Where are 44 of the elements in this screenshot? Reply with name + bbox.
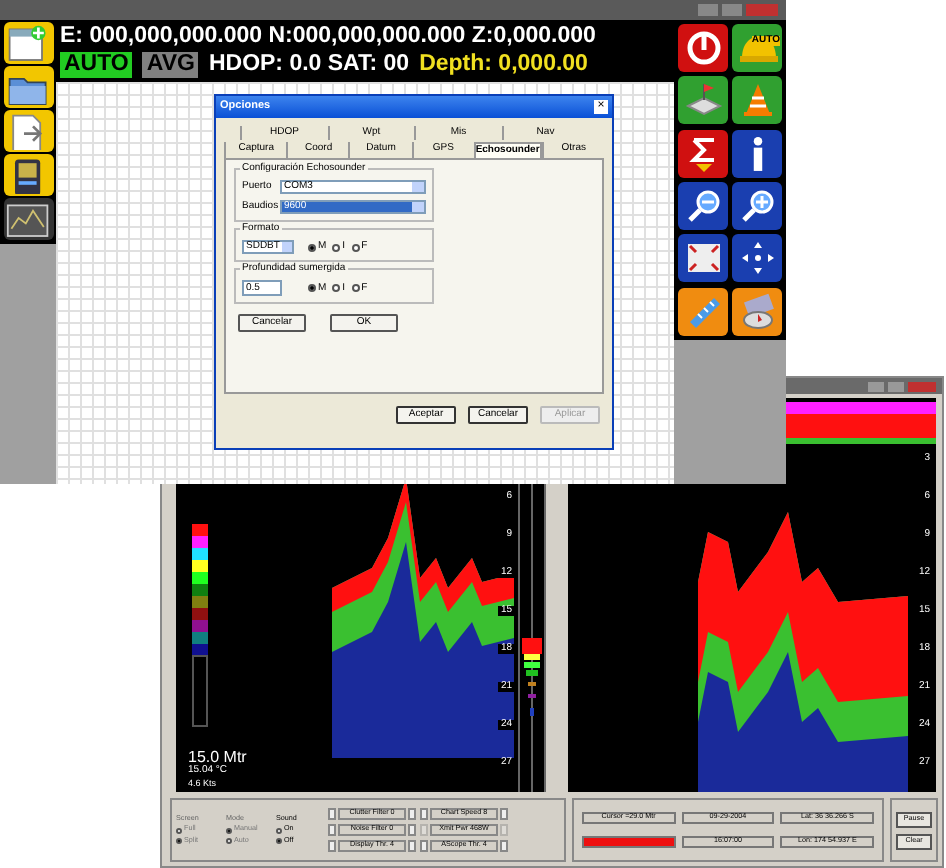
zoom-in-icon <box>737 185 777 226</box>
radio-button[interactable] <box>332 284 341 292</box>
info-icon <box>749 135 765 172</box>
gps-status: HDOP: 0.0 SAT: 00 <box>208 52 410 78</box>
tool-button[interactable] <box>732 234 782 283</box>
tool-button[interactable] <box>3 22 53 64</box>
depth-readout: Depth: 0,000.00 <box>419 52 588 78</box>
radio-button[interactable] <box>351 243 360 251</box>
mode-badge[interactable]: AUTO <box>60 52 133 78</box>
power-icon <box>683 28 723 68</box>
stepper-button[interactable] <box>328 840 336 852</box>
radio-button[interactable] <box>308 284 316 292</box>
tool-button[interactable] <box>678 129 728 178</box>
radio-button[interactable] <box>276 827 282 833</box>
map-flag-icon <box>683 80 723 121</box>
tool-button[interactable] <box>3 154 53 196</box>
radio-button[interactable] <box>276 838 282 845</box>
tool-button[interactable] <box>732 287 782 336</box>
compass-icon <box>737 291 777 332</box>
zoom-out-icon <box>683 185 723 226</box>
tool-button[interactable] <box>732 76 782 125</box>
stepper-button[interactable] <box>328 808 336 820</box>
stepper-button[interactable] <box>420 840 428 852</box>
tool-button[interactable] <box>732 181 782 230</box>
tool-button[interactable] <box>678 76 728 125</box>
tool-button[interactable] <box>678 234 728 283</box>
tool-button[interactable] <box>678 181 728 230</box>
monitor-chart-icon <box>6 200 50 238</box>
tool-button[interactable] <box>3 198 53 240</box>
radio-button[interactable] <box>351 284 360 292</box>
tool-button[interactable] <box>732 129 782 178</box>
window-plus-icon <box>6 24 50 62</box>
coordinates-readout: E: 000,000,000.000 N:000,000,000.000 Z:0,000.000 <box>60 24 598 50</box>
depth-readout: 15.0 Mtr <box>188 750 247 766</box>
tool-button[interactable] <box>3 66 53 108</box>
move-arrows-icon <box>737 238 777 279</box>
radio-button[interactable] <box>308 243 316 251</box>
radio-button[interactable] <box>332 243 341 251</box>
stepper-button[interactable] <box>420 808 428 820</box>
tool-button[interactable] <box>678 24 728 72</box>
stepper-button[interactable] <box>328 824 336 836</box>
tool-button[interactable] <box>678 287 728 336</box>
mode-badge[interactable]: AVG <box>142 52 199 78</box>
tool-button[interactable] <box>3 110 53 152</box>
